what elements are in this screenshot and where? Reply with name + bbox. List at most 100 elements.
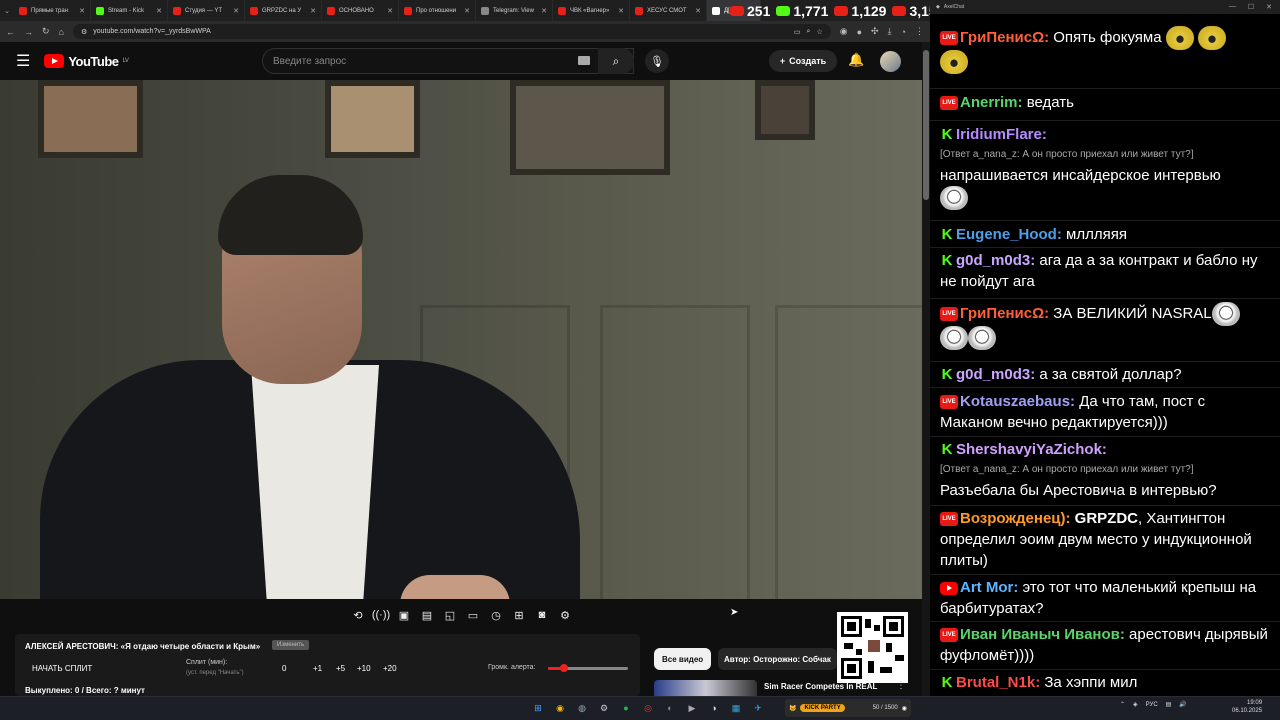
home-icon[interactable]: ⌂ [59,27,64,37]
close-icon[interactable]: ✕ [541,7,547,15]
browser-tab[interactable]: Про отношени ✕ [399,0,476,21]
browser-tab[interactable]: Stream - Kick ✕ [91,0,168,21]
speed-icon[interactable]: ◷ [487,606,505,624]
add-20-button[interactable]: +20 [383,664,397,673]
edit-button[interactable]: Изменить [272,640,310,650]
notifications-bell-icon[interactable]: 🔔 [848,52,864,68]
minimize-icon[interactable]: — [1229,3,1236,11]
youtube-logo[interactable]: YouTube LV [44,54,129,69]
chat-username[interactable]: Anerrim: [960,94,1023,111]
chat-username[interactable]: IridiumFlare: [956,126,1047,143]
clapperboard-icon[interactable]: ▤ [418,606,436,624]
extensions-puzzle-icon[interactable]: ✣ [871,26,879,37]
settings-gear-icon[interactable]: ⚙ [556,606,574,624]
app-icon[interactable]: ▦ [728,700,744,716]
download-icon[interactable]: ⤓ [888,26,892,37]
audio-icon[interactable]: ((·)) [372,606,390,624]
app-icon[interactable]: ◎ [640,700,656,716]
voice-search-button[interactable]: 🎙 [645,49,669,73]
browser-tab[interactable]: Студия — YT ✕ [168,0,245,21]
network-icon[interactable]: ▤ [1166,701,1172,708]
close-icon[interactable]: ✕ [618,7,624,15]
close-icon[interactable]: ✕ [1266,3,1272,11]
page-scrollbar[interactable] [922,42,930,696]
browser-tab[interactable]: Telegram: View ✕ [476,0,553,21]
chat-username[interactable]: Kotauszaebaus: [960,393,1075,410]
profile-icon[interactable]: ◔ [901,27,906,37]
app-icon[interactable]: ▶ [684,700,700,716]
add-5-button[interactable]: +5 [336,664,345,673]
forward-icon[interactable]: → [24,27,33,37]
chat-username[interactable]: Возрожденец): [960,510,1071,527]
keyboard-icon[interactable] [578,56,590,65]
avatar[interactable] [880,51,901,72]
chat-username[interactable]: Art Mor: [960,579,1018,596]
picture-in-picture-icon[interactable]: ◱ [441,606,459,624]
chat-username[interactable]: g0d_m0d3: [956,366,1035,383]
chat-mention[interactable]: GRPZDC [1075,510,1138,527]
app-tray-icon[interactable]: ◈ [1133,701,1138,708]
browser-tab[interactable]: Прямые тран ✕ [14,0,91,21]
recommended-thumbnail[interactable] [654,680,757,696]
chat-username[interactable]: ГриПенисΩ: [960,305,1049,322]
close-icon[interactable]: ✕ [79,7,85,15]
site-info-icon[interactable]: ⚙ [81,28,87,36]
start-icon[interactable]: ⊞ [530,700,546,716]
scrollbar-thumb[interactable] [923,50,929,200]
bookmark-star-icon[interactable]: ☆ [816,28,822,36]
kick-party-widget[interactable]: 🐱 KICK PARTY 50 / 1500 ◉ [785,699,911,717]
back-icon[interactable]: ← [6,27,15,37]
chat-username[interactable]: Brutal_N1k: [956,674,1040,691]
chat-username[interactable]: ShershavyiYaZichok: [956,441,1107,458]
chat-username[interactable]: Eugene_Hood: [956,226,1062,243]
add-10-button[interactable]: +10 [357,664,371,673]
tab-menu-icon[interactable]: ⌄ [0,7,14,15]
chat-username[interactable]: ГриПенисΩ: [960,29,1049,46]
extension-icon[interactable]: ● [857,27,862,37]
chip-all-videos[interactable]: Все видео [654,648,712,670]
more-actions-icon[interactable]: ⋮ [896,680,906,691]
browser-tab[interactable]: GRPZDC на У ✕ [245,0,322,21]
chat-username[interactable]: Иван Иваныч Иванов: [960,626,1125,643]
video-player[interactable] [0,80,922,599]
close-icon[interactable]: ✕ [387,7,393,15]
steam-icon[interactable]: ⚙ [596,700,612,716]
close-icon[interactable]: ✕ [156,7,162,15]
browser-tab[interactable]: ОСНОВАНО ✕ [322,0,399,21]
close-icon[interactable]: ✕ [310,7,316,15]
start-split-button[interactable]: НАЧАТЬ СПЛИТ [32,664,92,673]
create-button[interactable]: + Создать [769,50,837,72]
maximize-icon[interactable]: ☐ [1248,3,1254,11]
recommended-title[interactable]: Sim Racer Competes In REAL [764,682,877,691]
app-icon[interactable]: ◍ [574,700,590,716]
chevron-up-icon[interactable]: ⌃ [1120,701,1125,708]
cast-icon[interactable]: ▭ [794,28,801,36]
volume-icon[interactable]: 🔊 [1179,701,1186,708]
obs-icon[interactable]: ◑ [706,700,722,716]
add-box-icon[interactable]: ⊞ [510,606,528,624]
loop-icon[interactable]: ⟲ [349,606,367,624]
chip-author[interactable]: Автор: Осторожно: Собчак [718,648,837,670]
reload-icon[interactable]: ↻ [42,26,50,37]
theater-mode-icon[interactable]: ▭ [464,606,482,624]
toggle-icon[interactable]: ◉ [902,705,907,712]
close-icon[interactable]: ✕ [464,7,470,15]
menu-icon[interactable]: ☰ [16,51,30,71]
chrome-icon[interactable]: ◉ [552,700,568,716]
browser-tab[interactable]: ХЕСУС СМОТ ✕ [630,0,707,21]
spotify-icon[interactable]: ● [618,700,634,716]
close-icon[interactable]: ✕ [695,7,701,15]
close-icon[interactable]: ✕ [233,7,239,15]
clock[interactable]: 19:09 06.10.2025 [1232,699,1262,715]
camera-icon[interactable]: ◙ [533,606,551,624]
chat-username[interactable]: g0d_m0d3: [956,252,1035,269]
volume-slider-knob[interactable] [560,664,568,672]
browser-menu-icon[interactable]: ⋮ [915,26,924,37]
browser-tab[interactable]: ЧВК «Вагнер» ✕ [553,0,630,21]
language-indicator[interactable]: РУС [1146,702,1158,708]
search-button[interactable]: ⌕ [598,48,634,74]
app-icon[interactable]: ◐ [662,700,678,716]
telegram-icon[interactable]: ✈ [750,700,766,716]
zoom-icon[interactable]: ⌕ [807,28,811,36]
add-1-button[interactable]: +1 [313,664,322,673]
